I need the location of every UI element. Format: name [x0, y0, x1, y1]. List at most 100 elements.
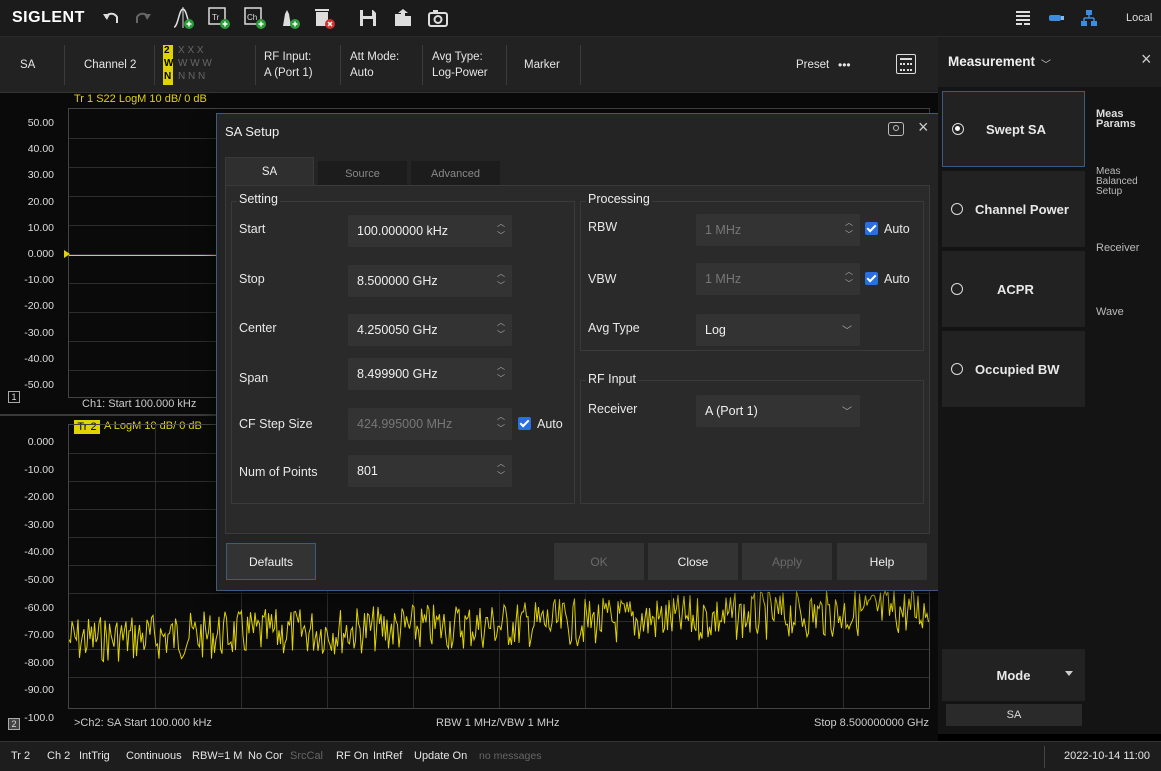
- rbw-auto-checkbox[interactable]: [865, 222, 878, 235]
- status-trigger[interactable]: IntTrig: [79, 750, 110, 762]
- num-points-spinner-icon[interactable]: ︿ ﹀: [494, 458, 508, 484]
- side-receiver[interactable]: Receiver: [1096, 243, 1139, 254]
- more-button[interactable]: •••: [838, 37, 851, 93]
- stop-spinner-icon[interactable]: ︿ ﹀: [494, 268, 508, 294]
- status-channel[interactable]: Ch 2: [47, 750, 70, 762]
- measurement-title[interactable]: Measurement: [948, 54, 1035, 69]
- channel-tab[interactable]: Channel 2: [84, 37, 136, 93]
- chevron-down-icon[interactable]: ﹀: [1041, 56, 1051, 71]
- delete-trace-icon[interactable]: [312, 5, 338, 31]
- meas-occupied-bw[interactable]: Occupied BW: [942, 331, 1085, 407]
- defaults-button[interactable]: Defaults: [226, 543, 316, 580]
- radio-icon: [951, 363, 963, 375]
- y-tick-label: 0.000: [27, 248, 54, 260]
- local-label[interactable]: Local: [1126, 12, 1152, 24]
- trace1-label[interactable]: Tr 1 S22 LogM 10 dB/ 0 dB: [74, 93, 207, 105]
- y-tick-label: -50.00: [24, 574, 54, 586]
- rf-input-setting[interactable]: RF Input: A (Port 1): [264, 37, 313, 93]
- add-trace-icon[interactable]: Tr: [206, 5, 232, 31]
- num-points-field[interactable]: 801 ︿ ﹀: [348, 455, 512, 487]
- avg-type-setting[interactable]: Avg Type: Log-Power: [432, 37, 488, 93]
- tab-advanced[interactable]: Advanced: [411, 161, 500, 186]
- radio-icon: [951, 203, 963, 215]
- trace1-line: [69, 255, 219, 256]
- avg-type-select[interactable]: Log ﹀: [696, 314, 860, 346]
- y-tick-label: -40.00: [24, 352, 54, 365]
- preset-button[interactable]: Preset: [796, 37, 829, 93]
- att-mode-label: Att Mode:: [350, 51, 400, 63]
- close-icon[interactable]: ×: [1141, 49, 1152, 70]
- meas-acpr[interactable]: ACPR: [942, 251, 1085, 327]
- y-tick-label: -30.00: [24, 518, 54, 531]
- start-label: Start: [239, 222, 266, 236]
- ok-button[interactable]: OK: [554, 543, 644, 580]
- y-tick-label: -20.00: [24, 491, 54, 504]
- start-field[interactable]: 100.000000 kHz ︿ ﹀: [348, 215, 512, 247]
- vbw-value: 1 MHz: [705, 272, 742, 286]
- span-field[interactable]: 8.499900 GHz ︿ ﹀: [348, 358, 512, 390]
- measurement-panel: Measurement ﹀ × Swept SA Channel Power A…: [938, 37, 1161, 734]
- vbw-spinner-icon[interactable]: ︿ ﹀: [842, 266, 856, 292]
- add-channel-icon[interactable]: Ch: [242, 5, 268, 31]
- apply-button[interactable]: Apply: [742, 543, 832, 580]
- radio-selected-icon: [952, 123, 964, 135]
- status-ref[interactable]: IntRef: [373, 750, 402, 762]
- calculator-icon[interactable]: [896, 54, 916, 74]
- rbw-spinner-icon[interactable]: ︿ ﹀: [842, 217, 856, 243]
- side-wave[interactable]: Wave: [1096, 307, 1124, 318]
- spectrum-trace: [69, 588, 929, 663]
- close-icon[interactable]: ×: [918, 117, 929, 138]
- meas-channel-power[interactable]: Channel Power: [942, 171, 1085, 247]
- span-spinner-icon[interactable]: ︿ ﹀: [494, 361, 508, 387]
- rbw-field[interactable]: 1 MHz ︿ ﹀: [696, 214, 860, 246]
- status-correction[interactable]: No Cor: [248, 750, 283, 762]
- cf-step-field[interactable]: 424.995000 MHz ︿ ﹀: [348, 408, 512, 440]
- num-points-value: 801: [357, 464, 378, 478]
- marker-tab[interactable]: Marker: [524, 37, 560, 93]
- screenshot-icon[interactable]: [888, 122, 904, 136]
- rbw-label: RBW: [588, 220, 618, 234]
- undo-icon[interactable]: [98, 5, 124, 31]
- close-button[interactable]: Close: [648, 543, 738, 580]
- mode-button[interactable]: Mode: [942, 649, 1085, 701]
- rf-input-value: A (Port 1): [264, 67, 313, 79]
- side-meas-balanced-setup[interactable]: Meas Balanced Setup: [1096, 167, 1156, 197]
- start-spinner-icon[interactable]: ︿ ﹀: [494, 218, 508, 244]
- status-rf[interactable]: RF On: [336, 750, 368, 762]
- ch2-start-label: >Ch2: SA Start 100.000 kHz: [74, 717, 212, 729]
- cf-step-spinner-icon[interactable]: ︿ ﹀: [494, 411, 508, 437]
- status-datetime: 2022-10-14 11:00: [1064, 750, 1151, 762]
- center-field[interactable]: 4.250050 GHz ︿ ﹀: [348, 314, 512, 346]
- help-button[interactable]: Help: [837, 543, 927, 580]
- sa-setup-dialog: SA Setup × SA Source Advanced Setting St…: [216, 113, 939, 591]
- att-mode-setting[interactable]: Att Mode: Auto: [350, 37, 399, 93]
- add-marker-icon[interactable]: [170, 5, 196, 31]
- status-sweep[interactable]: Continuous: [126, 750, 182, 762]
- keyboard-icon[interactable]: [1010, 5, 1036, 31]
- status-update[interactable]: Update On: [414, 750, 467, 762]
- status-rbw[interactable]: RBW=1 M: [192, 750, 242, 762]
- y-tick-label: -40.00: [24, 546, 54, 559]
- redo-icon[interactable]: [130, 5, 156, 31]
- vbw-auto-checkbox[interactable]: [865, 272, 878, 285]
- screenshot-icon[interactable]: [425, 5, 451, 31]
- receiver-select[interactable]: A (Port 1) ﹀: [696, 395, 860, 427]
- open-folder-icon[interactable]: [390, 5, 416, 31]
- status-trace[interactable]: Tr 2: [11, 750, 30, 762]
- vbw-field[interactable]: 1 MHz ︿ ﹀: [696, 263, 860, 295]
- trace-state-code: 2 W N: [164, 45, 174, 82]
- save-icon[interactable]: [355, 5, 381, 31]
- cf-step-auto-checkbox[interactable]: [518, 417, 531, 430]
- status-srccal[interactable]: SrcCal: [290, 750, 323, 762]
- y-tick-label: 0.000: [27, 436, 54, 448]
- stop-field[interactable]: 8.500000 GHz ︿ ﹀: [348, 265, 512, 297]
- calibration-icon[interactable]: [278, 5, 304, 31]
- mode-label: Mode: [996, 667, 1031, 683]
- mode-tab[interactable]: SA: [20, 37, 35, 93]
- svg-text:Tr: Tr: [212, 13, 220, 22]
- tab-source[interactable]: Source: [318, 161, 407, 186]
- side-meas-params[interactable]: Meas Params: [1096, 109, 1158, 130]
- meas-swept-sa[interactable]: Swept SA: [942, 91, 1085, 167]
- tab-sa[interactable]: SA: [225, 157, 314, 186]
- center-spinner-icon[interactable]: ︿ ﹀: [494, 317, 508, 343]
